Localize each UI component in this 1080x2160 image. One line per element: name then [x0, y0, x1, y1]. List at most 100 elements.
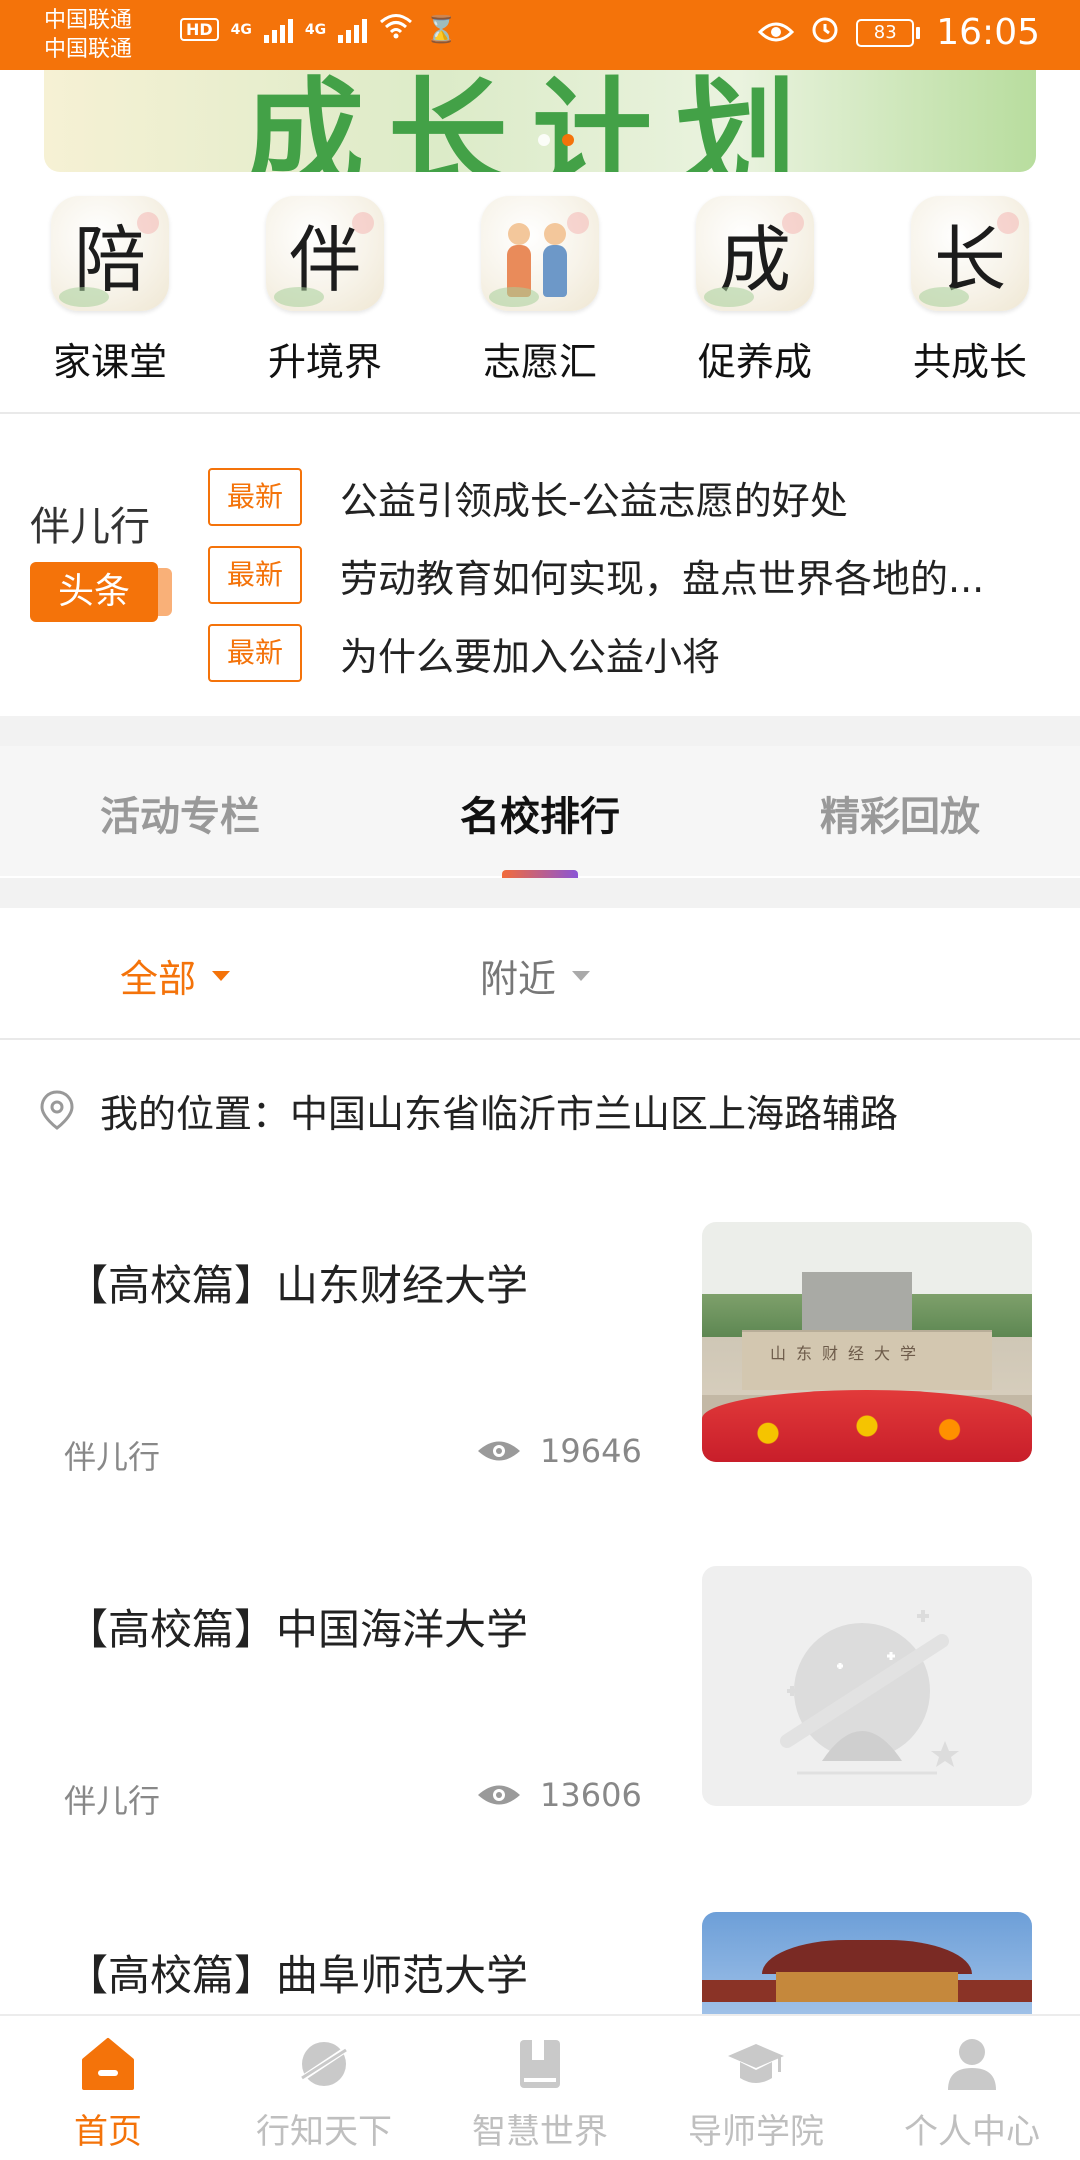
category-label: 家课堂 — [52, 340, 167, 384]
filter-nearby-label: 附近 — [480, 957, 557, 1001]
category-shengjingjie[interactable]: 伴 升境界 — [245, 196, 405, 386]
signal-icon-2 — [338, 17, 368, 43]
article-title: 【高校篇】中国海洋大学 — [66, 1605, 529, 1654]
hd-badge: HD — [180, 18, 219, 41]
planet-icon — [298, 2042, 350, 2086]
view-count-value: 19646 — [540, 1432, 642, 1470]
category-zhiyuanhui[interactable]: 志愿汇 — [460, 196, 620, 386]
battery-icon: 83 — [856, 18, 921, 47]
section-tabs: 活动专栏 名校排行 精彩回放 — [0, 746, 1080, 876]
view-count-value: 13606 — [540, 1776, 642, 1814]
list-item[interactable]: 【高校篇】山东财经大学 伴儿行 19646 山东财经大学 — [0, 1222, 1080, 1482]
eye-icon — [478, 1441, 520, 1461]
cheng-character-icon: 成 — [696, 196, 814, 311]
filter-bar: 全部 附近 — [0, 908, 1080, 1038]
tab-activity-column[interactable]: 活动专栏 — [0, 746, 360, 876]
view-count: 13606 — [476, 1776, 642, 1814]
alarm-icon — [810, 12, 840, 53]
bottom-navigation: 首页 行知天下 智慧世界 导师学院 个人中心 — [0, 2014, 1080, 2160]
new-badge: 最新 — [208, 468, 302, 526]
filter-all-dropdown[interactable]: 全部 — [120, 948, 231, 1003]
headline-item[interactable]: 最新 劳动教育如何实现，盘点世界各地的... — [208, 536, 1068, 614]
category-label: 促养成 — [697, 340, 812, 384]
status-right: 83 16:05 — [758, 12, 1040, 53]
headline-item[interactable]: 最新 公益引领成长-公益志愿的好处 — [208, 458, 1068, 536]
clock: 16:05 — [936, 12, 1040, 53]
nav-label: 个人中心 — [904, 2112, 1040, 2152]
headline-tag: 头条 — [30, 562, 172, 622]
nav-label: 导师学院 — [688, 2112, 824, 2152]
section-gap — [0, 716, 1080, 746]
home-icon — [82, 2038, 134, 2090]
status-bar: 中国联通 中国联通 HD 4G 4G ⌛ 83 16:05 — [0, 0, 1080, 70]
article-source: 伴儿行 — [64, 1438, 161, 1476]
headline-list: 最新 公益引领成长-公益志愿的好处 最新 劳动教育如何实现，盘点世界各地的...… — [208, 458, 1068, 692]
headline-item[interactable]: 最新 为什么要加入公益小将 — [208, 614, 1068, 692]
filter-all-label: 全部 — [120, 957, 197, 1001]
nav-label: 首页 — [74, 2112, 142, 2152]
book-icon — [520, 2040, 560, 2088]
network-type-1: 4G — [230, 21, 252, 38]
carrier-info: 中国联通 中国联通 — [44, 6, 132, 64]
placeholder-image-icon — [702, 1566, 1032, 1806]
carousel-indicator — [538, 134, 574, 146]
carrier-1: 中国联通 — [44, 8, 133, 33]
graduation-cap-icon — [728, 2044, 784, 2083]
nav-home[interactable]: 首页 — [0, 2016, 216, 2160]
network-type-2: 4G — [304, 21, 327, 38]
nav-daoshi[interactable]: 导师学院 — [648, 2016, 864, 2160]
carousel-dot-active — [562, 134, 574, 146]
nav-xingzhi[interactable]: 行知天下 — [216, 2016, 432, 2160]
category-gongchengzhang[interactable]: 长 共成长 — [890, 196, 1050, 386]
pei-character-icon: 陪 — [51, 196, 169, 311]
new-badge: 最新 — [208, 546, 302, 604]
article-title: 【高校篇】山东财经大学 — [66, 1261, 529, 1310]
tab-school-ranking[interactable]: 名校排行 — [360, 746, 720, 876]
headline-section: 伴儿行 头条 最新 公益引领成长-公益志愿的好处 最新 劳动教育如何实现，盘点世… — [0, 416, 1080, 716]
view-count: 19646 — [476, 1432, 642, 1470]
banner-title: 成长计划 — [244, 70, 820, 172]
article-source: 伴儿行 — [64, 1782, 161, 1820]
tab-replay[interactable]: 精彩回放 — [720, 746, 1080, 876]
new-badge: 最新 — [208, 624, 302, 682]
campus-sign-text: 山东财经大学 — [770, 1344, 927, 1363]
category-label: 志愿汇 — [482, 340, 597, 384]
nav-label: 行知天下 — [256, 2112, 392, 2152]
divider — [0, 1038, 1080, 1040]
headline-text: 劳动教育如何实现，盘点世界各地的... — [340, 556, 985, 601]
active-tab-indicator — [502, 870, 578, 878]
hourglass-icon: ⌛ — [425, 14, 458, 45]
category-cuyangcheng[interactable]: 成 促养成 — [675, 196, 835, 386]
caret-down-icon — [572, 970, 591, 981]
category-jiaketang[interactable]: 陪 家课堂 — [30, 196, 190, 386]
eye-icon — [478, 1785, 520, 1805]
category-label: 共成长 — [912, 340, 1027, 384]
carrier-2: 中国联通 — [44, 37, 133, 62]
filter-nearby-dropdown[interactable]: 附近 — [480, 948, 591, 1003]
section-gap — [0, 878, 1080, 908]
headline-brand: 伴儿行 — [30, 504, 150, 550]
carousel-dot — [538, 134, 550, 146]
category-label: 升境界 — [267, 340, 382, 384]
nav-zhihui[interactable]: 智慧世界 — [432, 2016, 648, 2160]
headline-text: 公益引领成长-公益志愿的好处 — [340, 478, 848, 523]
signal-icon — [263, 17, 293, 43]
eye-comfort-icon — [758, 12, 795, 53]
list-item[interactable]: 【高校篇】中国海洋大学 伴儿行 13606 — [0, 1566, 1080, 1826]
battery-level: 83 — [856, 18, 915, 47]
location-row: 我的位置：中国山东省临沂市兰山区上海路辅路 — [36, 1080, 898, 1140]
location-pin-icon — [40, 1090, 74, 1130]
divider — [0, 412, 1080, 414]
person-icon — [948, 2039, 996, 2090]
location-text: 我的位置：中国山东省临沂市兰山区上海路辅路 — [100, 1091, 899, 1136]
ban-character-icon: 伴 — [266, 196, 384, 311]
banner-carousel[interactable]: 成长计划 — [44, 70, 1036, 172]
headline-text: 为什么要加入公益小将 — [340, 634, 721, 679]
network-indicators: HD 4G 4G ⌛ — [180, 12, 458, 47]
nav-profile[interactable]: 个人中心 — [864, 2016, 1080, 2160]
nav-label: 智慧世界 — [472, 2112, 608, 2152]
zhang-character-icon: 长 — [911, 196, 1029, 311]
article-thumbnail: 山东财经大学 — [702, 1222, 1032, 1462]
wifi-icon — [379, 12, 413, 47]
category-grid: 陪 家课堂 伴 升境界 志愿汇 成 促养成 长 共成长 — [0, 196, 1080, 386]
